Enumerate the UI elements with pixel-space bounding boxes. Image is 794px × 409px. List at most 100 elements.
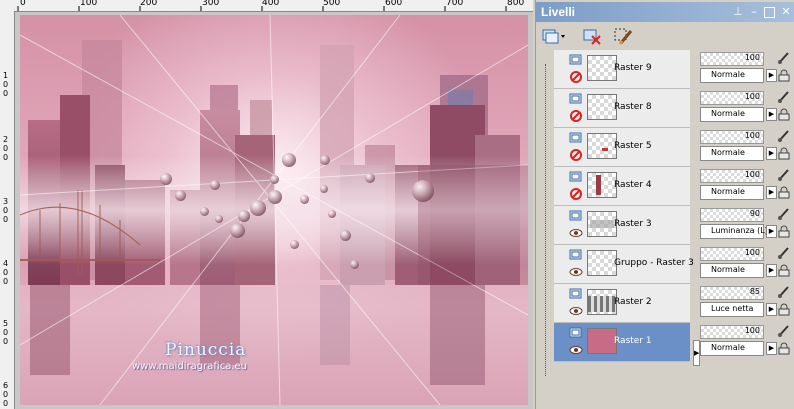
water-drop bbox=[340, 230, 351, 241]
opacity-slider[interactable]: 100 bbox=[700, 325, 764, 339]
brush-lock-icon[interactable] bbox=[777, 168, 791, 182]
brush-lock-icon[interactable] bbox=[777, 285, 791, 299]
delete-layer-button[interactable] bbox=[580, 26, 604, 46]
layer-row[interactable]: Raster 1 100 Normale ▶ bbox=[542, 323, 791, 362]
layer-name: Raster 9 bbox=[614, 63, 652, 73]
hidden-icon[interactable] bbox=[569, 71, 583, 83]
layer-icon[interactable] bbox=[569, 171, 583, 183]
brush-lock-icon[interactable] bbox=[777, 207, 791, 221]
blend-mode-select[interactable]: Normale bbox=[700, 68, 764, 83]
lock-icon[interactable] bbox=[777, 342, 791, 355]
blend-mode-select[interactable]: Normale bbox=[700, 185, 764, 200]
layer-name-box[interactable]: Raster 4 bbox=[554, 167, 690, 206]
lock-icon[interactable] bbox=[777, 69, 791, 82]
layer-icon[interactable] bbox=[569, 210, 583, 222]
layer-name: Raster 8 bbox=[614, 102, 652, 112]
blend-mode-arrow-icon[interactable]: ▶ bbox=[766, 225, 777, 238]
watermark-signature: Pinuccia bbox=[165, 340, 247, 360]
watermark-url: www.maidiragrafica.eu bbox=[132, 361, 247, 372]
lock-icon[interactable] bbox=[777, 108, 791, 121]
eye-icon[interactable] bbox=[569, 227, 583, 239]
blend-mode-arrow-icon[interactable]: ▶ bbox=[766, 264, 777, 277]
layer-name-box[interactable]: Gruppo - Raster 3 bbox=[554, 245, 694, 284]
layer-name: Raster 3 bbox=[614, 219, 652, 229]
blend-mode-select[interactable]: Normale bbox=[700, 146, 764, 161]
close-icon[interactable]: ✕ bbox=[780, 6, 792, 18]
lock-icon[interactable] bbox=[777, 264, 791, 277]
blend-mode-value: Normale bbox=[711, 343, 745, 352]
layer-row[interactable]: Raster 5 100 Normale ▶ bbox=[542, 128, 791, 167]
ruler-ticks bbox=[17, 6, 507, 11]
blend-mode-select[interactable]: Luminanza (L) bbox=[700, 224, 768, 239]
opacity-slider[interactable]: 100 bbox=[700, 91, 764, 105]
minimize-icon[interactable]: – bbox=[748, 6, 760, 18]
layer-icon[interactable] bbox=[569, 132, 583, 144]
lock-icon[interactable] bbox=[777, 303, 791, 316]
opacity-slider[interactable]: 85 bbox=[700, 286, 764, 300]
blend-mode-select[interactable]: Normale bbox=[700, 341, 764, 356]
eye-icon[interactable] bbox=[569, 305, 583, 317]
layer-row[interactable]: Raster 4 100 Normale ▶ bbox=[542, 167, 791, 206]
blend-mode-arrow-icon[interactable]: ▶ bbox=[766, 69, 777, 82]
maximize-icon[interactable] bbox=[764, 7, 775, 18]
blend-mode-select[interactable]: Normale bbox=[700, 107, 764, 122]
layer-icon[interactable] bbox=[569, 54, 583, 66]
opacity-slider[interactable]: 100 bbox=[700, 247, 764, 261]
opacity-slider[interactable]: 100 bbox=[700, 52, 764, 66]
blend-mode-select[interactable]: Normale bbox=[700, 263, 764, 278]
layer-name-box[interactable]: Raster 1 bbox=[554, 323, 690, 362]
layer-icon[interactable] bbox=[569, 249, 583, 261]
hidden-icon[interactable] bbox=[569, 110, 583, 122]
layer-thumbnail bbox=[587, 55, 617, 81]
layer-row[interactable]: Raster 2 85 Luce netta ▶ bbox=[542, 284, 791, 323]
blend-mode-arrow-icon[interactable]: ▶ bbox=[766, 186, 777, 199]
layer-thumbnail bbox=[587, 211, 617, 237]
pin-icon[interactable]: ⊥ bbox=[732, 6, 744, 18]
opacity-slider[interactable]: 100 bbox=[700, 169, 764, 183]
layer-thumbnail bbox=[587, 172, 617, 198]
lock-icon[interactable] bbox=[777, 225, 791, 238]
water-drop bbox=[175, 190, 186, 201]
layer-icon[interactable] bbox=[569, 93, 583, 105]
brush-lock-icon[interactable] bbox=[777, 51, 791, 65]
new-layer-button[interactable] bbox=[540, 26, 565, 46]
water-drop bbox=[160, 173, 172, 185]
layer-row[interactable]: Raster 8 100 Normale ▶ bbox=[542, 89, 791, 128]
hidden-icon[interactable] bbox=[569, 149, 583, 161]
layer-name: Raster 4 bbox=[614, 180, 652, 190]
layer-row[interactable]: Raster 9 100 Normale ▶ bbox=[542, 50, 791, 89]
eye-icon[interactable] bbox=[569, 266, 583, 278]
brush-lock-icon[interactable] bbox=[777, 246, 791, 260]
opacity-slider[interactable]: 100 bbox=[700, 130, 764, 144]
blend-mode-select[interactable]: Luce netta bbox=[700, 302, 764, 317]
panel-title-bar[interactable]: Livelli ⊥ – ✕ bbox=[536, 2, 794, 22]
layer-properties: 100 Normale ▶ bbox=[700, 323, 791, 361]
layer-row[interactable]: Gruppo - Raster 3 100 Normale ▶ bbox=[542, 245, 791, 284]
layer-name-box[interactable]: Raster 9 bbox=[554, 50, 690, 89]
water-drop bbox=[290, 240, 299, 249]
blend-mode-arrow-icon[interactable]: ▶ bbox=[766, 108, 777, 121]
eye-icon[interactable] bbox=[569, 344, 583, 356]
edit-selection-icon bbox=[614, 28, 633, 45]
blend-mode-arrow-icon[interactable]: ▶ bbox=[766, 342, 777, 355]
brush-lock-icon[interactable] bbox=[777, 324, 791, 338]
layer-icon[interactable] bbox=[569, 288, 583, 300]
water-drop bbox=[250, 200, 266, 216]
layer-row[interactable]: Raster 3 90 Luminanza (L) ▶ bbox=[542, 206, 791, 245]
water-drop bbox=[328, 210, 336, 218]
layer-icon[interactable] bbox=[569, 327, 583, 339]
brush-lock-icon[interactable] bbox=[777, 129, 791, 143]
lock-icon[interactable] bbox=[777, 186, 791, 199]
brush-lock-icon[interactable] bbox=[777, 90, 791, 104]
edit-selection-button[interactable] bbox=[612, 26, 636, 46]
blend-mode-arrow-icon[interactable]: ▶ bbox=[766, 303, 777, 316]
layer-name-box[interactable]: Raster 5 bbox=[554, 128, 690, 167]
opacity-slider[interactable]: 90 bbox=[700, 208, 764, 222]
blend-mode-arrow-icon[interactable]: ▶ bbox=[766, 147, 777, 160]
hidden-icon[interactable] bbox=[569, 188, 583, 200]
layer-name-box[interactable]: Raster 8 bbox=[554, 89, 690, 128]
layer-name-box[interactable]: Raster 3 bbox=[554, 206, 690, 245]
layer-name-box[interactable]: Raster 2 bbox=[554, 284, 690, 323]
image-canvas[interactable]: Pinuccia www.maidiragrafica.eu bbox=[20, 15, 528, 405]
lock-icon[interactable] bbox=[777, 147, 791, 160]
